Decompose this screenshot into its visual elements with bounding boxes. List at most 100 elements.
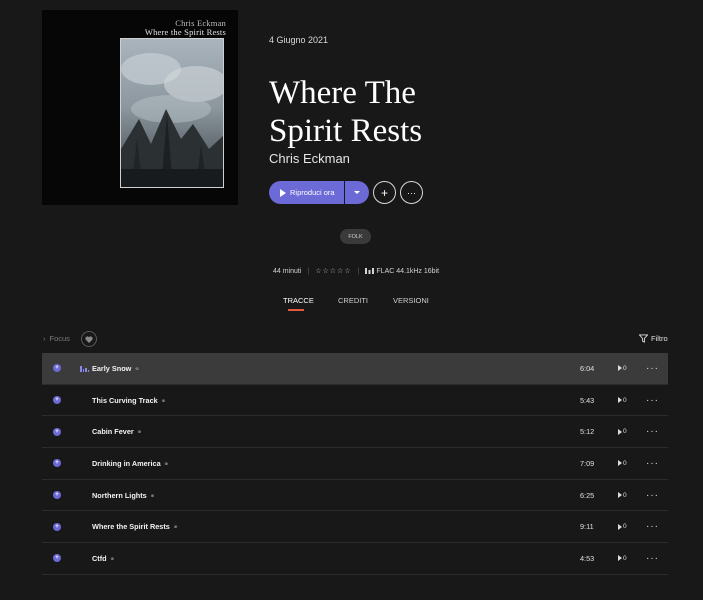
add-track-icon[interactable]: + — [53, 364, 61, 373]
plus-icon: + — [380, 185, 388, 200]
play-now-button[interactable]: Riproduci ora — [269, 181, 344, 204]
track-title: This Curving Track — [92, 395, 158, 405]
more-options-button[interactable]: ··· — [400, 181, 423, 204]
release-date: 4 Giugno 2021 — [269, 35, 329, 45]
play-count-value: 0 — [623, 396, 627, 404]
genre-badge[interactable]: FOLK — [340, 229, 371, 244]
play-count-value: 0 — [623, 523, 627, 531]
focus-label: Focus — [49, 334, 70, 343]
album-title-line1: Where The — [269, 75, 416, 111]
play-icon — [618, 397, 622, 404]
track-title: Northern Lights — [92, 490, 147, 500]
album-artist[interactable]: Chris Eckman — [269, 151, 350, 166]
track-more-icon[interactable]: ··· — [646, 363, 659, 374]
play-count-value: 0 — [623, 554, 627, 562]
add-track-icon[interactable]: + — [53, 396, 61, 405]
play-icon — [618, 428, 622, 435]
play-count: 0 — [618, 365, 627, 372]
track-duration: 9:11 — [580, 522, 594, 532]
track-duration: 5:43 — [580, 395, 595, 405]
track-title: Where the Spirit Rests — [92, 522, 170, 532]
play-count-value: 0 — [623, 428, 627, 436]
play-icon — [280, 188, 286, 197]
add-to-library-button[interactable]: + — [373, 181, 396, 204]
album-title-line2: Spirit Rests — [269, 113, 423, 149]
add-track-icon[interactable]: + — [53, 554, 61, 563]
hi-res-icon — [365, 267, 375, 274]
play-icon — [618, 555, 622, 562]
tab-versioni[interactable]: VERSIONI — [393, 296, 429, 305]
more-icon: ··· — [407, 187, 416, 198]
track-more-icon[interactable]: ··· — [646, 521, 659, 532]
add-track-icon[interactable]: + — [53, 459, 61, 468]
rating-stars[interactable]: ☆☆☆☆☆ — [315, 267, 351, 275]
play-count: 0 — [618, 397, 627, 404]
tab-tracce[interactable]: TRACCE — [283, 296, 314, 305]
play-count: 0 — [618, 523, 627, 530]
track-duration: 5:12 — [580, 427, 595, 437]
play-count: 0 — [618, 428, 627, 435]
add-track-icon[interactable]: + — [53, 491, 61, 500]
album-title: Where The Spirit Rests — [269, 74, 529, 150]
track-row[interactable]: + This Curving Track ⚭ 5:43 0 ··· — [42, 385, 668, 417]
focus-toggle[interactable]: › Focus — [43, 334, 70, 343]
track-more-icon[interactable]: ··· — [646, 458, 659, 469]
link-icon: ⚭ — [149, 492, 156, 500]
link-icon: ⚭ — [163, 460, 170, 468]
play-count-value: 0 — [623, 491, 627, 499]
track-more-icon[interactable]: ··· — [646, 395, 659, 406]
chevron-right-icon: › — [43, 334, 46, 343]
add-track-icon[interactable]: + — [53, 522, 61, 531]
album-meta: 44 minuti | ☆☆☆☆☆ | FLAC 44.1kHz 16bit — [273, 267, 440, 276]
track-list: + Early Snow ⚭ 6:04 0 ··· + This Curving … — [42, 353, 668, 575]
link-icon: ⚭ — [109, 555, 116, 563]
track-row[interactable]: + Drinking in America ⚭ 7:09 0 ··· — [42, 448, 668, 480]
filter-icon — [639, 334, 648, 343]
play-icon — [618, 492, 622, 499]
play-icon — [618, 365, 622, 372]
track-duration: 4:53 — [580, 553, 595, 563]
track-title: Early Snow — [92, 363, 132, 373]
quality-info: FLAC 44.1kHz 16bit — [365, 268, 439, 275]
now-playing-icon — [80, 366, 89, 372]
play-count: 0 — [618, 460, 627, 467]
track-duration: 6:04 — [580, 363, 595, 373]
track-row[interactable]: + Cabin Fever ⚭ 5:12 0 ··· — [42, 416, 668, 449]
heart-icon — [85, 336, 93, 343]
track-more-icon[interactable]: ··· — [646, 490, 659, 501]
track-duration: 6:25 — [580, 490, 595, 500]
cover-title-text: Where the Spirit Rests — [144, 27, 226, 37]
link-icon: ⚭ — [136, 429, 143, 437]
track-more-icon[interactable]: ··· — [646, 426, 659, 437]
track-title: Drinking in America — [92, 458, 161, 468]
play-count-value: 0 — [623, 459, 627, 467]
track-row[interactable]: + Where the Spirit Rests ⚭ 9:11 0 ··· — [42, 511, 668, 544]
track-title: Ctfd — [92, 553, 107, 563]
play-icon — [618, 460, 622, 467]
tab-crediti[interactable]: CREDITI — [338, 296, 368, 305]
track-row[interactable]: + Early Snow ⚭ 6:04 0 ··· — [42, 353, 668, 385]
play-count: 0 — [618, 555, 627, 562]
link-icon: ⚭ — [134, 365, 140, 373]
play-now-label: Riproduci ora — [290, 188, 335, 197]
filter-label: Filtro — [651, 334, 668, 343]
track-more-icon[interactable]: ··· — [646, 553, 659, 564]
album-duration: 44 minuti — [273, 267, 302, 275]
track-duration: 7:09 — [580, 458, 595, 468]
link-icon: ⚭ — [160, 397, 167, 405]
play-icon — [618, 523, 622, 530]
link-icon: ⚭ — [172, 524, 179, 532]
quality-label: FLAC 44.1kHz 16bit — [376, 267, 440, 275]
play-options-dropdown[interactable] — [345, 181, 369, 204]
filter-button[interactable]: Filtro — [639, 334, 668, 343]
track-row[interactable]: + Ctfd ⚭ 4:53 0 ··· — [42, 543, 668, 575]
album-cover: Chris Eckman Where the Spirit Rests — [42, 10, 238, 205]
track-row[interactable]: + Northern Lights ⚭ 6:25 0 ··· — [42, 480, 668, 512]
cover-photo — [120, 38, 224, 188]
favorite-button[interactable] — [81, 331, 97, 347]
track-title: Cabin Fever — [92, 427, 134, 437]
add-track-icon[interactable]: + — [53, 427, 61, 436]
chevron-down-icon — [354, 191, 360, 194]
play-count-value: 0 — [623, 364, 627, 372]
play-count: 0 — [618, 492, 627, 499]
